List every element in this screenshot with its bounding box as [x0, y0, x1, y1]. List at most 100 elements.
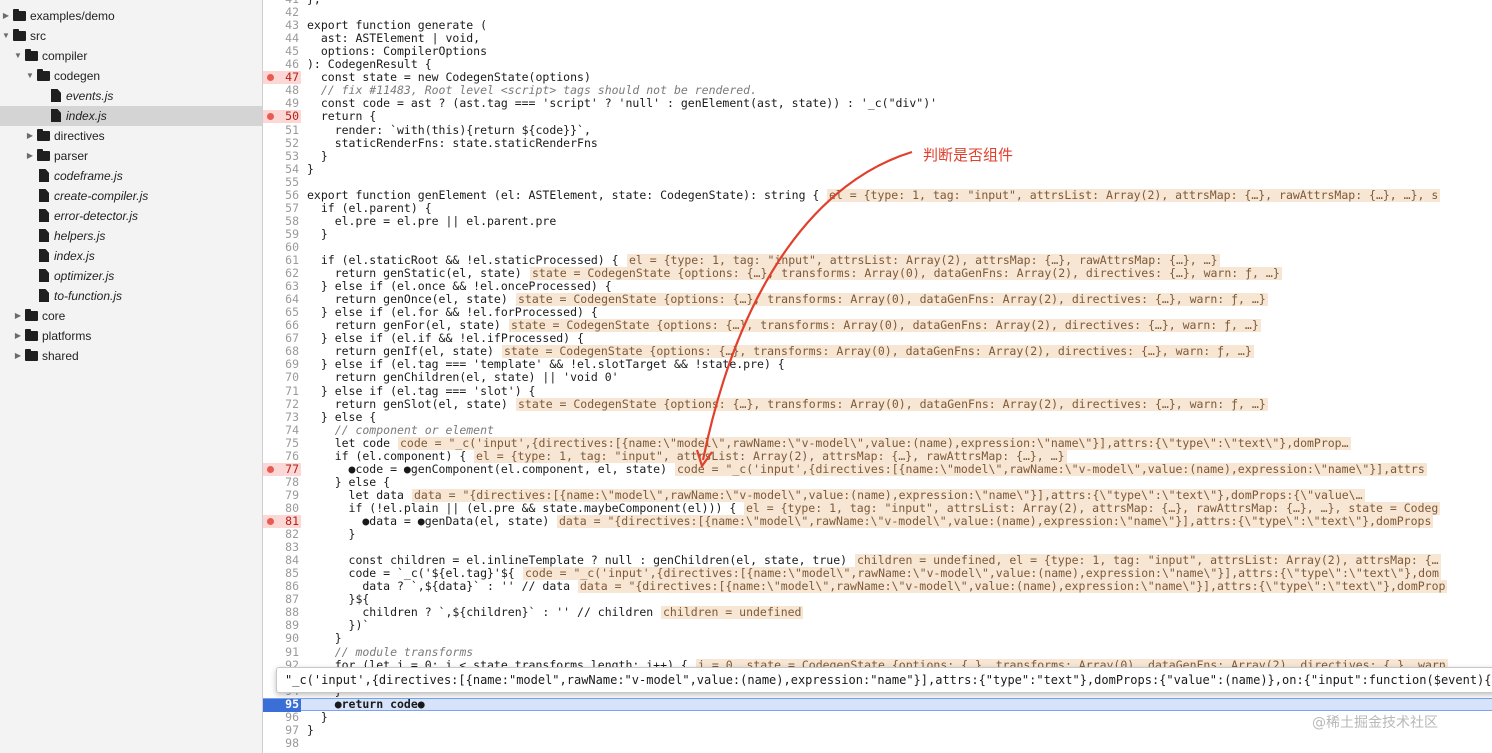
code-line[interactable]: 72 return genSlot(el, state) state = Code… [263, 397, 1492, 411]
code-line[interactable]: 90 } [263, 632, 1492, 645]
code-line[interactable]: 58 el.pre = el.pre || el.parent.pre [263, 214, 1492, 228]
code-line[interactable]: 45 options: CompilerOptions [263, 45, 1492, 58]
line-number-gutter[interactable]: 84 [263, 554, 301, 567]
line-number-gutter[interactable]: 86 [263, 580, 301, 593]
sidebar-item-compiler[interactable]: ▼ compiler [0, 46, 262, 66]
line-number-gutter[interactable]: 88 [263, 606, 301, 619]
line-number-gutter[interactable]: 69 [263, 358, 301, 371]
line-number-gutter[interactable]: 47 [263, 71, 301, 85]
code-line[interactable]: 56 export function genElement (el: ASTEle… [263, 188, 1492, 202]
sidebar-item-optimizer-js[interactable]: optimizer.js [0, 266, 262, 286]
code-line[interactable]: 78 } else { [263, 475, 1492, 489]
line-number-gutter[interactable]: 77 [263, 462, 301, 476]
sidebar-item-create-compiler-js[interactable]: create-compiler.js [0, 186, 262, 206]
code-line[interactable]: 64 return genOnce(el, state) state = Code… [263, 293, 1492, 307]
line-number-gutter[interactable]: 65 [263, 306, 301, 319]
line-number-gutter[interactable]: 70 [263, 371, 301, 384]
code-line[interactable]: 63 } else if (el.once && !el.onceProcess… [263, 280, 1492, 293]
line-number-gutter[interactable]: 83 [263, 541, 301, 554]
code-line[interactable]: 43 export function generate ( [263, 19, 1492, 32]
code-line[interactable]: 74 // component or element [263, 423, 1492, 437]
code-line[interactable]: 97} [263, 723, 1492, 737]
line-number-gutter[interactable]: 56 [263, 188, 301, 202]
sidebar-item-core[interactable]: ▶ core [0, 306, 262, 326]
sidebar-item-shared[interactable]: ▶ shared [0, 346, 262, 366]
code-line[interactable]: 59 } [263, 227, 1492, 241]
code-line[interactable]: 75 let code code = "_c('input',{directive… [263, 436, 1492, 450]
code-line[interactable]: 89 })` [263, 619, 1492, 632]
line-number-gutter[interactable]: 74 [263, 423, 301, 437]
line-number-gutter[interactable]: 57 [263, 201, 301, 215]
line-number-gutter[interactable]: 73 [263, 410, 301, 424]
code-line[interactable]: 77 ●code = ●genComponent(el.component, e… [263, 462, 1492, 476]
code-line[interactable]: 96 } [263, 710, 1492, 724]
code-editor[interactable]: 41},4243export function generate (44 ast… [263, 0, 1492, 753]
line-number-gutter[interactable]: 89 [263, 619, 301, 632]
line-number-gutter[interactable]: 61 [263, 254, 301, 267]
chevron-right-icon[interactable]: ▶ [13, 306, 23, 326]
line-number-gutter[interactable]: 82 [263, 528, 301, 541]
sidebar-item-helpers-js[interactable]: helpers.js [0, 226, 262, 246]
line-number-gutter[interactable]: 64 [263, 293, 301, 306]
code-line[interactable]: 48 // fix #11483, Root level <script> ta… [263, 84, 1492, 97]
code-line[interactable]: 65 } else if (el.for && !el.forProcessed… [263, 306, 1492, 319]
code-line[interactable]: 54} [263, 162, 1492, 176]
code-line[interactable]: 80 if (!el.plain || (el.pre && state.may… [263, 501, 1492, 515]
line-number-gutter[interactable]: 52 [263, 136, 301, 150]
line-number-gutter[interactable]: 76 [263, 449, 301, 463]
code-line[interactable]: 67 } else if (el.if && !el.ifProcessed) … [263, 332, 1492, 345]
code-line[interactable]: 87 }${ [263, 593, 1492, 606]
code-line[interactable]: 82 } [263, 528, 1492, 541]
code-line[interactable]: 88 children ? `,${children}` : '' // chi… [263, 606, 1492, 620]
code-line[interactable]: 68 return genIf(el, state) state = Codege… [263, 345, 1492, 359]
code-line[interactable]: 62 return genStatic(el, state) state = Co… [263, 267, 1492, 281]
code-line[interactable]: 66 return genFor(el, state) state = Codeg… [263, 319, 1492, 333]
code-line[interactable]: 86 data ? `,${data}` : '' // data data = … [263, 580, 1492, 594]
line-number-gutter[interactable]: 75 [263, 436, 301, 450]
code-line[interactable]: 69 } else if (el.tag === 'template' && !… [263, 358, 1492, 371]
sidebar-item-to-function-js[interactable]: to-function.js [0, 286, 262, 306]
chevron-right-icon[interactable]: ▶ [13, 346, 23, 366]
sidebar-item-codegen[interactable]: ▼ codegen [0, 66, 262, 86]
code-line[interactable]: 55 [263, 175, 1492, 189]
sidebar-item-index-js[interactable]: index.js [0, 246, 262, 266]
chevron-right-icon[interactable]: ▶ [25, 146, 35, 166]
line-number-gutter[interactable]: 78 [263, 475, 301, 489]
code-line[interactable]: 70 return genChildren(el, state) || 'voi… [263, 371, 1492, 384]
sidebar-item-index-js[interactable]: index.js [0, 106, 262, 126]
sidebar-item-events-js[interactable]: events.js [0, 86, 262, 106]
chevron-down-icon[interactable]: ▼ [13, 46, 23, 66]
code-line[interactable]: 60 [263, 240, 1492, 254]
line-number-gutter[interactable]: 58 [263, 214, 301, 228]
sidebar-item-error-detector-js[interactable]: error-detector.js [0, 206, 262, 226]
line-number-gutter[interactable]: 53 [263, 149, 301, 163]
code-line[interactable]: 84 const children = el.inlineTemplate ? … [263, 554, 1492, 568]
line-number-gutter[interactable]: 98 [263, 736, 301, 750]
line-number-gutter[interactable]: 80 [263, 501, 301, 515]
line-number-gutter[interactable]: 68 [263, 345, 301, 358]
code-line[interactable]: 53 } [263, 149, 1492, 163]
sidebar-item-src[interactable]: ▼ src [0, 26, 262, 46]
line-number-gutter[interactable]: 48 [263, 84, 301, 97]
line-number-gutter[interactable]: 46 [263, 58, 301, 71]
code-line[interactable]: 61 if (el.staticRoot && !el.staticProces… [263, 254, 1492, 267]
code-line[interactable]: 83 [263, 541, 1492, 554]
current-execution-line[interactable]: 95 ●return code● [263, 697, 1492, 712]
chevron-down-icon[interactable]: ▼ [1, 26, 11, 46]
line-number-gutter[interactable]: 63 [263, 280, 301, 293]
code-line[interactable]: 49 const code = ast ? (ast.tag === 'scri… [263, 97, 1492, 110]
chevron-right-icon[interactable]: ▶ [25, 126, 35, 146]
sidebar-item-parser[interactable]: ▶ parser [0, 146, 262, 166]
chevron-right-icon[interactable]: ▶ [1, 6, 11, 26]
code-line[interactable]: 81 ●data = ●genData(el, state) data = "{d… [263, 515, 1492, 528]
line-number-gutter[interactable]: 42 [263, 6, 301, 19]
line-number-gutter[interactable]: 54 [263, 162, 301, 176]
line-number-gutter[interactable]: 85 [263, 567, 301, 580]
sidebar-item-codeframe-js[interactable]: codeframe.js [0, 166, 262, 186]
code-line[interactable]: 50 return { [263, 110, 1492, 124]
code-line[interactable]: 52 staticRenderFns: state.staticRenderFn… [263, 136, 1492, 150]
code-line[interactable]: 79 let data data = "{directives:[{name:\"… [263, 488, 1492, 502]
code-line[interactable]: 73 } else { [263, 410, 1492, 424]
line-number-gutter[interactable]: 55 [263, 175, 301, 189]
line-number-gutter[interactable]: 79 [263, 488, 301, 502]
